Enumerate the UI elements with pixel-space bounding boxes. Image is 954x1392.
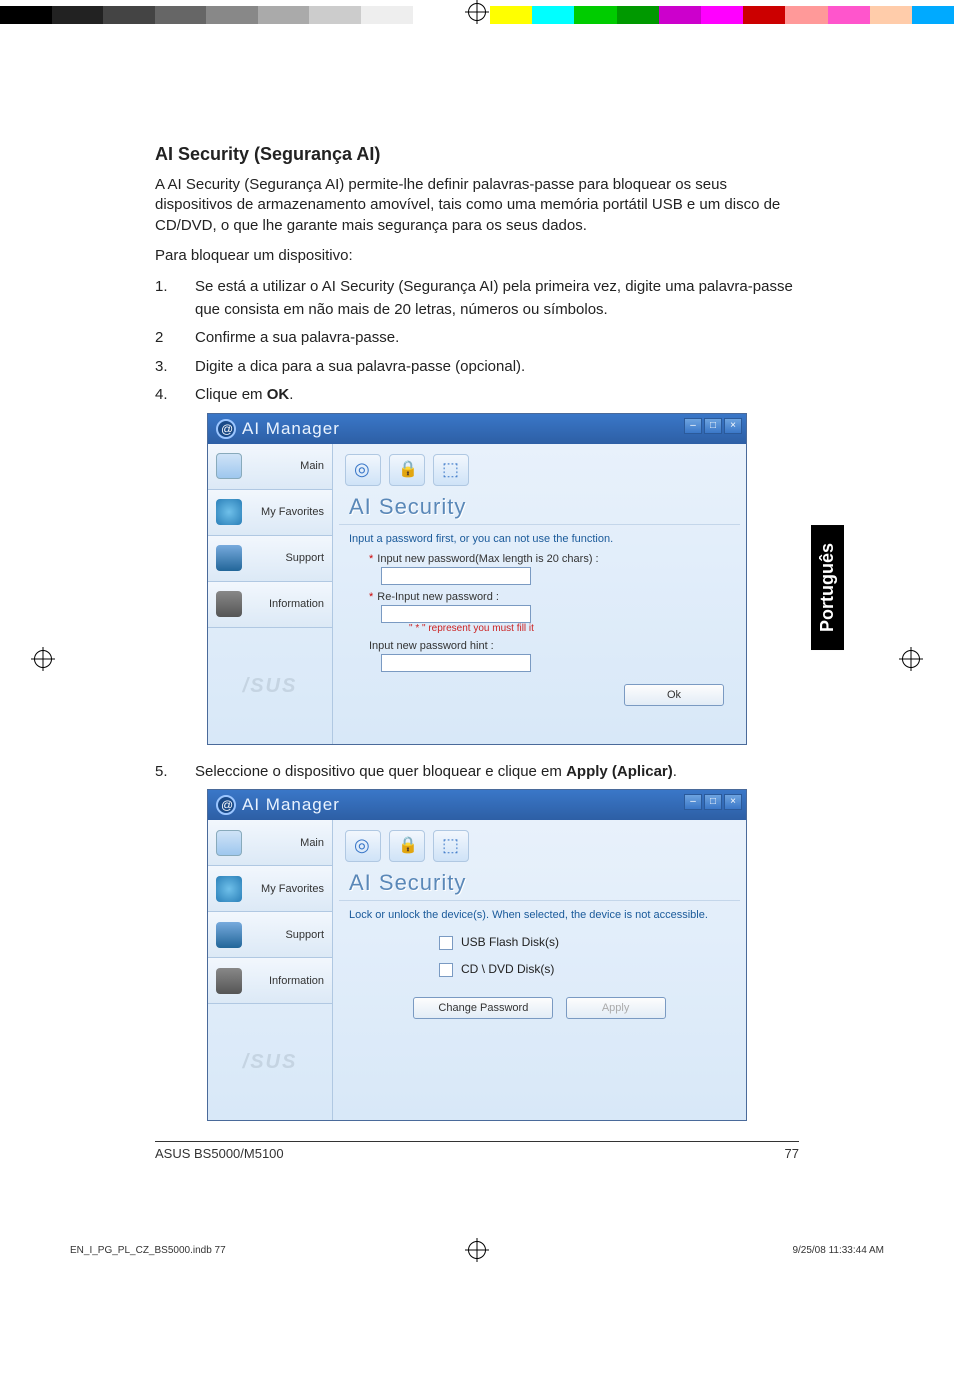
footer-page-number: 77 — [785, 1146, 799, 1161]
information-icon — [216, 591, 242, 617]
maximize-button[interactable]: □ — [704, 418, 722, 434]
app-title: AI Manager — [242, 795, 340, 815]
toolbar — [339, 450, 740, 490]
password-hint-row: Input new password hint : — [369, 640, 710, 672]
print-metadata-footer: EN_I_PG_PL_CZ_BS5000.indb 77 9/25/08 11:… — [0, 1241, 954, 1279]
option-label: USB Flash Disk(s) — [461, 935, 559, 949]
registration-mark-icon — [468, 1241, 486, 1259]
sidebar-item-main[interactable]: Main — [208, 444, 332, 490]
support-icon — [216, 922, 242, 948]
screenshot-ai-manager-devices: AI Manager – □ × Main My Favorites Suppo… — [207, 789, 747, 1121]
support-icon — [216, 545, 242, 571]
page-content: AI Security (Segurança AI) A AI Security… — [0, 24, 954, 1201]
panel-subtitle: Input a password first, or you can not u… — [339, 531, 740, 553]
step-number: 1. — [155, 276, 195, 321]
close-button[interactable]: × — [724, 794, 742, 810]
intro-paragraph: A AI Security (Segurança AI) permite-lhe… — [155, 175, 799, 236]
new-password-input[interactable] — [381, 567, 531, 585]
app-title: AI Manager — [242, 419, 340, 439]
field-label: Re-Input new password : — [377, 591, 499, 603]
step-number: 4. — [155, 384, 195, 407]
minimize-button[interactable]: – — [684, 794, 702, 810]
step-number: 5. — [155, 761, 195, 784]
sidebar-item-favorites[interactable]: My Favorites — [208, 490, 332, 536]
usb-checkbox[interactable] — [439, 936, 453, 950]
sidebar-item-label: Main — [300, 460, 324, 472]
app-logo-icon — [216, 419, 236, 439]
sidebar-item-label: Support — [285, 929, 324, 941]
panel-title: AI Security — [339, 490, 740, 525]
password-hint-input[interactable] — [381, 654, 531, 672]
steps-list-cont: 5. Seleccione o dispositivo que quer blo… — [155, 761, 799, 784]
footer-product: ASUS BS5000/M5100 — [155, 1146, 284, 1161]
usb-option-row: USB Flash Disk(s) — [339, 929, 740, 956]
reinput-password-input[interactable] — [381, 605, 531, 623]
app-logo-icon — [216, 795, 236, 815]
steps-list: 1.Se está a utilizar o AI Security (Segu… — [155, 276, 799, 407]
apply-button[interactable]: Apply — [566, 997, 666, 1019]
ok-button[interactable]: Ok — [624, 684, 724, 706]
sidebar-item-information[interactable]: Information — [208, 582, 332, 628]
main-icon — [216, 830, 242, 856]
step-text: Confirme a sua palavra-passe. — [195, 327, 399, 350]
favorites-icon — [216, 499, 242, 525]
information-icon — [216, 968, 242, 994]
step-text: Clique em OK. — [195, 384, 293, 407]
registration-mark-icon — [468, 3, 486, 21]
lead-line: Para bloquear um dispositivo: — [155, 246, 799, 266]
security-tool-icon[interactable] — [389, 454, 425, 486]
print-timestamp: 9/25/08 11:33:44 AM — [486, 1245, 884, 1256]
print-filename: EN_I_PG_PL_CZ_BS5000.indb 77 — [70, 1245, 468, 1256]
screenshot-ai-manager-password: AI Manager – □ × Main My Favorites Suppo… — [207, 413, 747, 745]
sidebar-item-support[interactable]: Support — [208, 536, 332, 582]
new-password-row: *Input new password(Max length is 20 cha… — [369, 553, 710, 585]
network-tool-icon[interactable] — [433, 830, 469, 862]
sidebar-item-label: Support — [285, 552, 324, 564]
cd-option-row: CD \ DVD Disk(s) — [339, 956, 740, 983]
security-tool-icon[interactable] — [389, 830, 425, 862]
cd-checkbox[interactable] — [439, 963, 453, 977]
maximize-button[interactable]: □ — [704, 794, 722, 810]
sidebar-item-label: Main — [300, 837, 324, 849]
sidebar-item-label: Information — [269, 975, 324, 987]
change-password-button[interactable]: Change Password — [413, 997, 553, 1019]
minimize-button[interactable]: – — [684, 418, 702, 434]
sidebar-item-favorites[interactable]: My Favorites — [208, 866, 332, 912]
sidebar: Main My Favorites Support Information /S… — [208, 820, 333, 1120]
titlebar: AI Manager – □ × — [208, 414, 746, 444]
sidebar-item-label: My Favorites — [261, 883, 324, 895]
disc-tool-icon[interactable] — [345, 454, 381, 486]
main-icon — [216, 453, 242, 479]
sidebar-item-support[interactable]: Support — [208, 912, 332, 958]
close-button[interactable]: × — [724, 418, 742, 434]
sidebar-item-information[interactable]: Information — [208, 958, 332, 1004]
field-label: Input new password(Max length is 20 char… — [377, 553, 598, 565]
sidebar: Main My Favorites Support Information /S… — [208, 444, 333, 744]
step-number: 2 — [155, 327, 195, 350]
titlebar: AI Manager – □ × — [208, 790, 746, 820]
network-tool-icon[interactable] — [433, 454, 469, 486]
brand-logo: /SUS — [208, 1004, 332, 1074]
section-heading: AI Security (Segurança AI) — [155, 144, 799, 165]
reinput-password-row: *Re-Input new password : " * " represent… — [369, 591, 710, 634]
panel-subtitle: Lock or unlock the device(s). When selec… — [339, 907, 740, 929]
sidebar-item-label: Information — [269, 598, 324, 610]
step-text: Digite a dica para a sua palavra-passe (… — [195, 356, 525, 379]
field-label: Input new password hint : — [369, 640, 494, 652]
favorites-icon — [216, 876, 242, 902]
print-color-bar — [0, 0, 954, 24]
option-label: CD \ DVD Disk(s) — [461, 962, 554, 976]
step-text: Seleccione o dispositivo que quer bloque… — [195, 761, 677, 784]
page-footer: ASUS BS5000/M5100 77 — [155, 1142, 799, 1161]
toolbar — [339, 826, 740, 866]
step-number: 3. — [155, 356, 195, 379]
brand-logo: /SUS — [208, 628, 332, 698]
disc-tool-icon[interactable] — [345, 830, 381, 862]
sidebar-item-label: My Favorites — [261, 506, 324, 518]
required-hint: " * " represent you must fill it — [409, 623, 710, 634]
sidebar-item-main[interactable]: Main — [208, 820, 332, 866]
step-text: Se está a utilizar o AI Security (Segura… — [195, 276, 799, 321]
panel-title: AI Security — [339, 866, 740, 901]
